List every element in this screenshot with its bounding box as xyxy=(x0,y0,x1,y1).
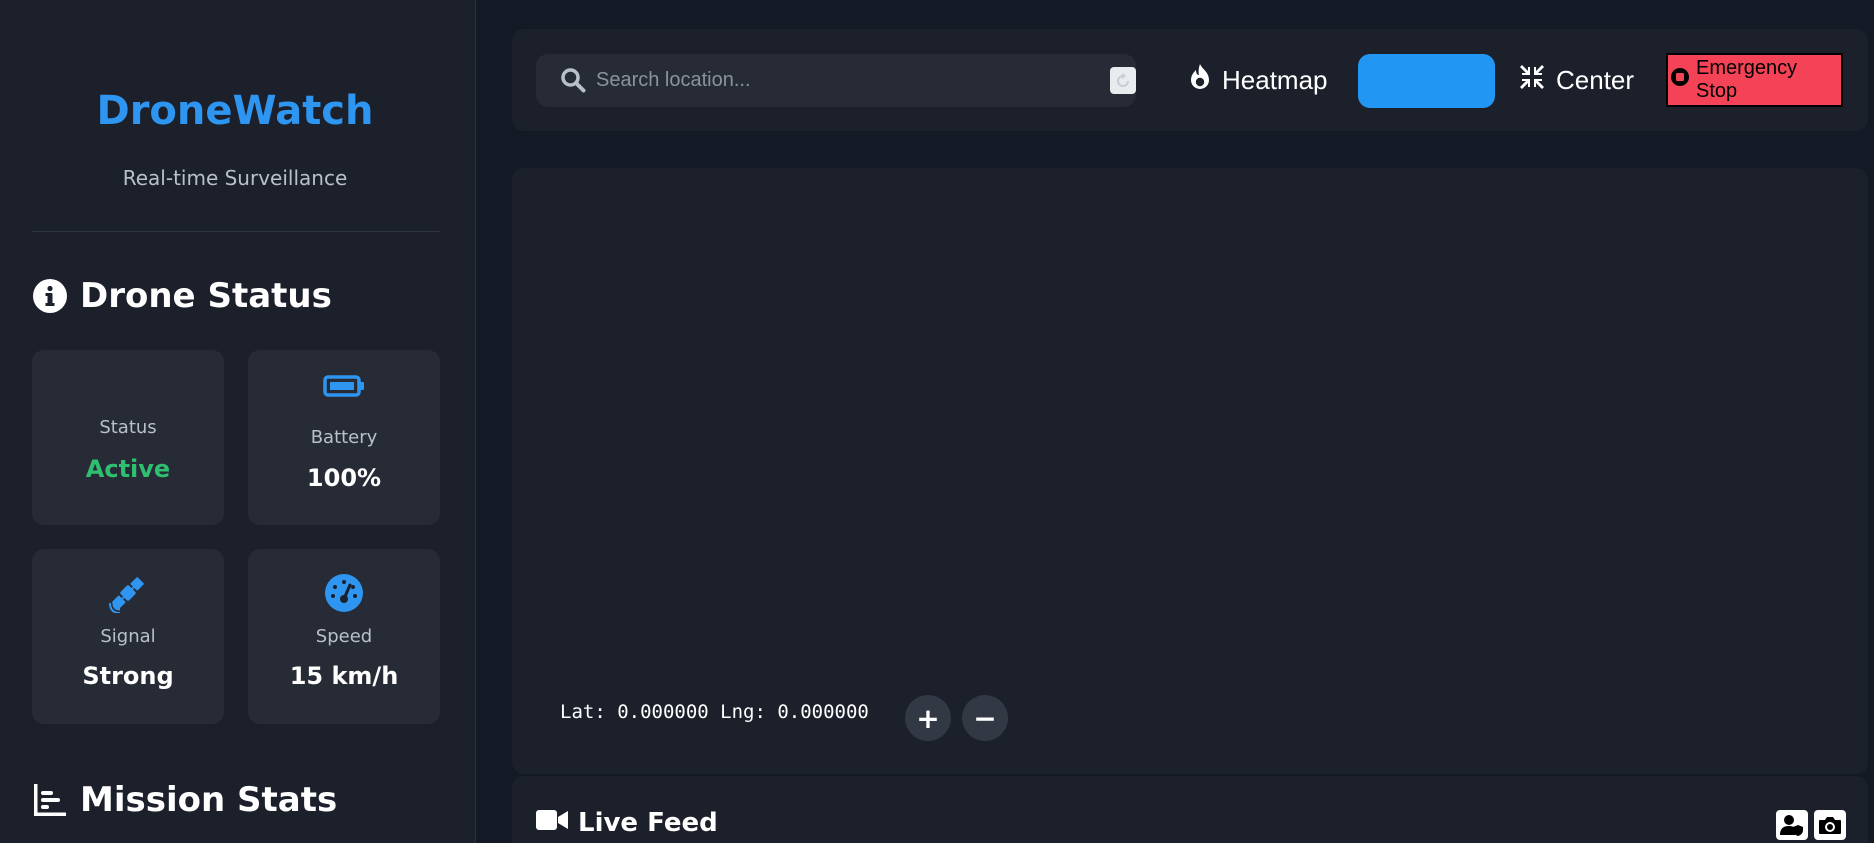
stop-circle-icon xyxy=(1670,67,1690,93)
search-box xyxy=(536,54,1136,107)
speed-label: Speed xyxy=(315,626,373,647)
sidebar-divider xyxy=(32,231,440,232)
bar-chart-icon xyxy=(32,782,68,818)
search-icon xyxy=(560,67,586,97)
live-feed-panel: Live Feed xyxy=(512,776,1868,843)
speed-value: 15 km/h xyxy=(289,662,399,690)
compress-icon xyxy=(1518,63,1546,98)
status-value: Active xyxy=(85,455,171,483)
mission-stats-heading: Mission Stats xyxy=(32,780,337,820)
search-clear-button[interactable] xyxy=(1110,67,1136,94)
satellite-icon xyxy=(32,573,224,613)
signal-value: Strong xyxy=(82,662,174,690)
live-feed-heading: Live Feed xyxy=(536,808,718,838)
zoom-out-button[interactable]: − xyxy=(962,695,1008,741)
live-feed-title: Live Feed xyxy=(578,808,718,838)
map-view[interactable]: Lat: 0.000000 Lng: 0.000000 + − xyxy=(512,168,1868,774)
heatmap-label: Heatmap xyxy=(1222,65,1328,95)
brand-title: DroneWatch xyxy=(96,88,374,134)
primary-action-button[interactable] xyxy=(1358,54,1495,108)
battery-icon xyxy=(248,374,440,398)
battery-value: 100% xyxy=(306,464,382,492)
signal-label: Signal xyxy=(100,626,156,647)
brand-tagline: Real-time Surveillance xyxy=(122,166,348,190)
sidebar: DroneWatch Real-time Surveillance Drone … xyxy=(0,0,476,843)
user-shield-icon[interactable] xyxy=(1776,810,1808,840)
camera-icon[interactable] xyxy=(1814,810,1846,840)
coordinates-readout: Lat: 0.000000 Lng: 0.000000 xyxy=(560,701,869,723)
search-input[interactable] xyxy=(596,62,1056,98)
signal-card: Signal Strong xyxy=(32,549,224,724)
center-label: Center xyxy=(1556,65,1635,95)
speed-card: Speed 15 km/h xyxy=(248,549,440,724)
top-toolbar: Heatmap Center Emergency Stop xyxy=(512,29,1868,131)
drone-status-title: Drone Status xyxy=(80,276,332,316)
mission-stats-title: Mission Stats xyxy=(80,780,338,820)
status-label: Status xyxy=(99,417,157,438)
status-card: Status Active xyxy=(32,350,224,525)
drone-status-heading: Drone Status xyxy=(32,276,332,316)
video-camera-icon xyxy=(536,808,568,838)
emergency-stop-label: Emergency Stop xyxy=(1696,57,1798,102)
info-circle-icon xyxy=(32,278,68,314)
emergency-stop-button[interactable]: Emergency Stop xyxy=(1666,53,1843,107)
fire-icon xyxy=(1188,63,1212,98)
zoom-in-button[interactable]: + xyxy=(905,695,951,741)
live-feed-tools xyxy=(1776,810,1846,840)
center-button[interactable]: Center xyxy=(1518,54,1634,107)
battery-card: Battery 100% xyxy=(248,350,440,525)
heatmap-button[interactable]: Heatmap xyxy=(1188,54,1328,107)
speedometer-icon xyxy=(248,573,440,613)
battery-label: Battery xyxy=(310,427,378,448)
